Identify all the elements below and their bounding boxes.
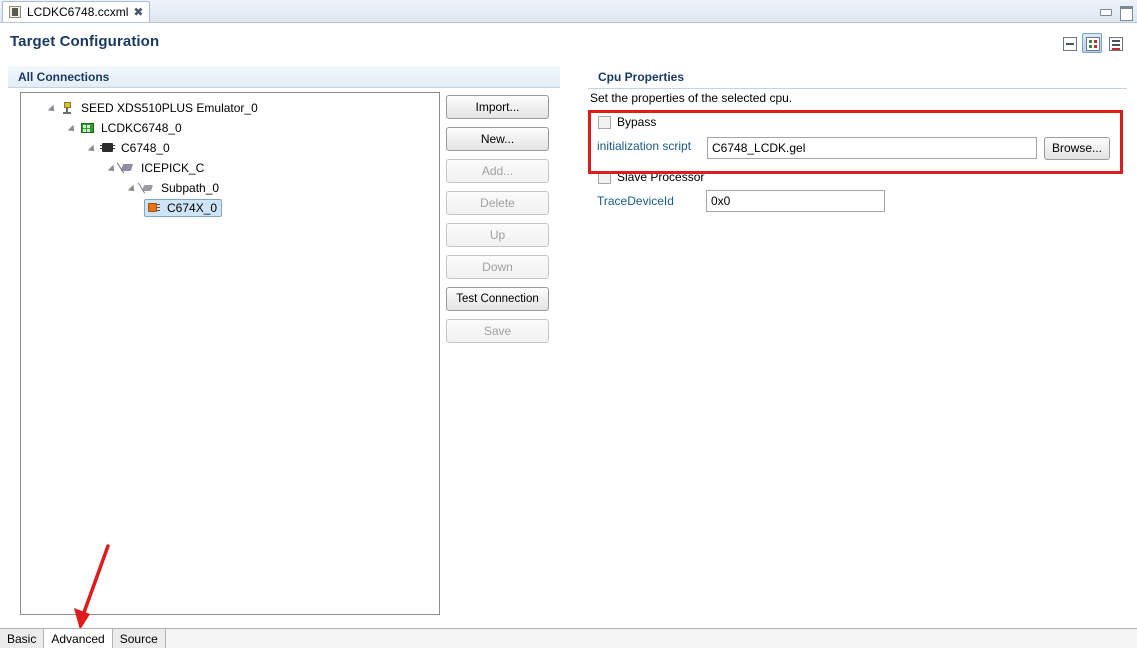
connection-actions: Import... New... Add... Delete Up Down T… [446,95,549,351]
ccxml-file-icon [8,5,22,19]
trace-device-id-label: TraceDeviceId [597,194,674,208]
down-button: Down [446,255,549,279]
slave-processor-checkbox[interactable] [598,171,611,184]
single-pane-view-icon[interactable] [1059,33,1079,53]
expand-arrow-icon[interactable] [69,119,79,137]
tree-item-cpu[interactable]: C6748_0 [89,139,170,157]
expand-arrow-icon[interactable] [89,139,99,157]
tab-basic[interactable]: Basic [0,629,44,648]
expand-arrow-icon[interactable] [49,99,59,117]
list-view-icon[interactable] [1105,33,1125,53]
editor-tab-label: LCDKC6748.ccxml [27,5,128,19]
tree-item-board[interactable]: LCDKC6748_0 [69,119,182,137]
editor-tab-strip: LCDKC6748.ccxml ✖ [0,0,1137,23]
tree-item-emulator[interactable]: SEED XDS510PLUS Emulator_0 [49,99,258,117]
tree-item-label: SEED XDS510PLUS Emulator_0 [76,101,258,115]
bypass-row: Bypass [598,115,656,129]
tree-item-core[interactable]: C674X_0 [144,199,222,217]
add-button: Add... [446,159,549,183]
test-connection-button[interactable]: Test Connection [446,287,549,311]
board-icon [79,120,96,136]
subpath-icon [139,180,156,196]
new-button[interactable]: New... [446,127,549,151]
window-controls [1097,2,1133,20]
cpu-properties-description: Set the properties of the selected cpu. [590,91,792,105]
slave-processor-label: Slave Processor [617,170,704,184]
chip-icon [99,140,116,156]
tab-strip-filler [166,629,1137,648]
bypass-label: Bypass [617,115,656,129]
initialization-script-label: initialization script [597,139,691,153]
import-button[interactable]: Import... [446,95,549,119]
page-title: Target Configuration [10,33,159,50]
up-button: Up [446,223,549,247]
tree-item-icepick[interactable]: ICEPICK_C [109,159,204,177]
cpu-header-divider [588,88,1127,89]
bypass-checkbox[interactable] [598,116,611,129]
tree-item-label: ICEPICK_C [136,161,204,175]
tree-item-label: C674X_0 [162,201,217,215]
editor-tab-ccxml[interactable]: LCDKC6748.ccxml ✖ [2,1,150,22]
all-connections-header: All Connections [8,66,560,88]
close-icon[interactable]: ✖ [133,6,143,18]
target-configuration-editor: LCDKC6748.ccxml ✖ Target Configuration A… [0,0,1137,648]
maximize-icon[interactable] [1117,4,1133,18]
tab-source[interactable]: Source [113,629,166,648]
tree-item-label: C6748_0 [116,141,170,155]
emulator-icon [59,100,76,116]
tree-item-label: LCDKC6748_0 [96,121,182,135]
connections-tree[interactable]: SEED XDS510PLUS Emulator_0 LCDKC6748_0 C… [20,92,440,615]
expand-arrow-icon[interactable] [129,179,139,197]
browse-button[interactable]: Browse... [1044,137,1110,160]
tab-advanced[interactable]: Advanced [44,629,112,648]
initialization-script-input[interactable]: C6748_LCDK.gel [707,137,1037,159]
router-icon [119,160,136,176]
trace-device-id-input[interactable]: 0x0 [706,190,885,212]
slave-processor-row: Slave Processor [598,170,704,184]
editor-page-tabs: Basic Advanced Source [0,628,1137,648]
tab-strip-background [0,0,1137,22]
delete-button: Delete [446,191,549,215]
cpu-core-icon [145,200,162,216]
minimize-icon[interactable] [1097,4,1113,18]
save-button: Save [446,319,549,343]
cpu-properties-header: Cpu Properties [588,66,1127,88]
tree-item-selection: C674X_0 [144,199,222,217]
view-mode-toolbar [1059,33,1125,53]
grid-view-icon[interactable] [1082,33,1102,53]
tree-item-subpath[interactable]: Subpath_0 [129,179,219,197]
tree-item-label: Subpath_0 [156,181,219,195]
